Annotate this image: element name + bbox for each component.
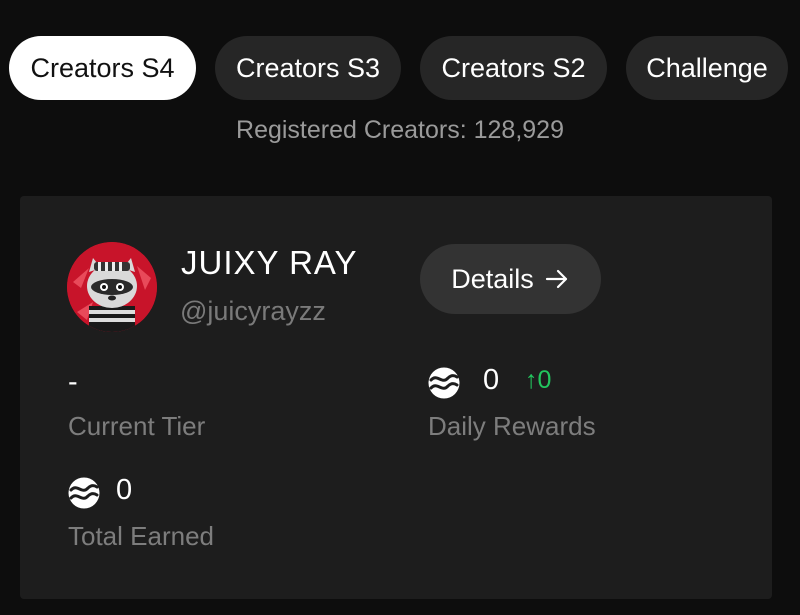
- daily-rewards-label: Daily Rewards: [428, 411, 596, 441]
- creator-name: JUIXY RAY: [181, 244, 358, 281]
- coin-icon: [68, 477, 100, 509]
- page: Creators S4 Creators S3 Creators S2 Chal…: [0, 0, 800, 615]
- season-tabs: Creators S4 Creators S3 Creators S2 Chal…: [9, 36, 788, 100]
- details-label: Details: [451, 263, 534, 294]
- daily-rewards-delta: ↑0: [525, 366, 552, 394]
- tab-creators-s2[interactable]: Creators S2: [420, 36, 607, 100]
- creator-handle: @juicyrayzz: [180, 296, 326, 326]
- avatar[interactable]: [67, 242, 157, 332]
- arrow-right-icon: [545, 269, 567, 289]
- tab-creators-s3[interactable]: Creators S3: [215, 36, 401, 100]
- total-earned-value: 0: [116, 474, 133, 506]
- details-button[interactable]: Details: [420, 244, 601, 314]
- current-tier-label: Current Tier: [68, 411, 206, 441]
- registered-creators-count: Registered Creators: 128,929: [236, 116, 564, 144]
- creator-card: JUIXY RAY @juicyrayzz Details - Current …: [20, 196, 772, 599]
- avatar-image: [67, 242, 157, 332]
- total-earned-label: Total Earned: [68, 521, 214, 551]
- tab-challenge[interactable]: Challenge: [626, 36, 788, 100]
- daily-rewards-value: 0: [483, 364, 500, 396]
- current-tier-value: -: [68, 366, 78, 398]
- coin-icon: [428, 367, 460, 399]
- tab-creators-s4[interactable]: Creators S4: [9, 36, 196, 100]
